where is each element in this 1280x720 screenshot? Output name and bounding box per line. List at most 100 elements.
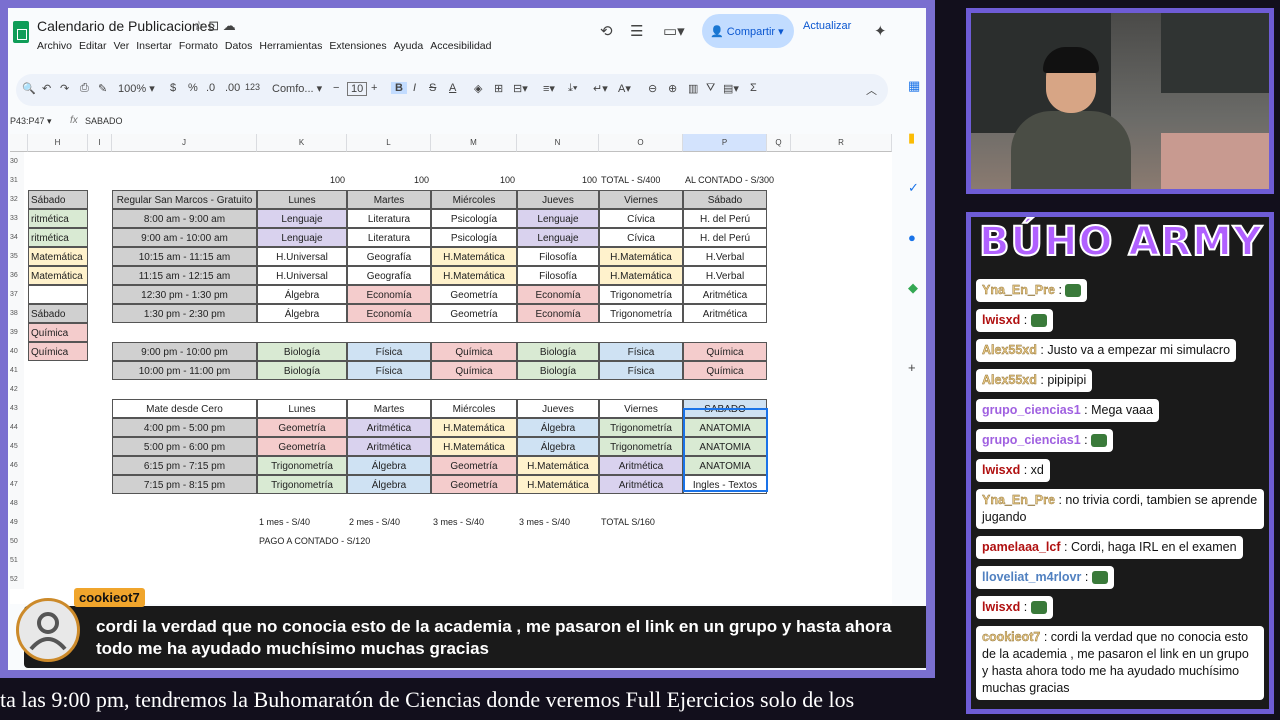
add-addon-icon[interactable]: + (908, 360, 916, 375)
cell-o47[interactable]: Aritmética (599, 475, 683, 494)
cell-p41[interactable]: Química (683, 361, 767, 380)
sheets-logo-icon[interactable] (13, 21, 29, 43)
cell-o46[interactable]: Aritmética (599, 456, 683, 475)
cell-k32[interactable]: Lunes (257, 190, 347, 209)
fill-color-icon[interactable]: ◈ (474, 82, 482, 95)
cell-o35[interactable]: H.Matemática (599, 247, 683, 266)
cell-m47[interactable]: Geometría (431, 475, 517, 494)
borders-icon[interactable]: ⊞ (494, 82, 503, 95)
italic-icon[interactable]: I (413, 82, 416, 94)
cell-h32[interactable]: Sábado (28, 190, 88, 209)
cell-m33[interactable]: Psicología (431, 209, 517, 228)
cell-j44[interactable]: 4:00 pm - 5:00 pm (112, 418, 257, 437)
row-number[interactable]: 47 (10, 475, 24, 494)
cell-k43[interactable]: Lunes (257, 399, 347, 418)
functions-icon[interactable]: Σ (750, 82, 757, 94)
cell-n47[interactable]: H.Matemática (517, 475, 599, 494)
cell-n44[interactable]: Álgebra (517, 418, 599, 437)
cell-l33[interactable]: Literatura (347, 209, 431, 228)
star-icon[interactable]: ☆ ⊡ ☁ (193, 18, 236, 34)
percent-button[interactable]: % (188, 82, 198, 94)
cell-l47[interactable]: Álgebra (347, 475, 431, 494)
cell-o44[interactable]: Trigonometría (599, 418, 683, 437)
cell-n32[interactable]: Jueves (517, 190, 599, 209)
cell-p31[interactable]: AL CONTADO - S/300 (683, 171, 793, 190)
row-number[interactable]: 41 (10, 361, 24, 380)
share-button[interactable]: 👤 Compartir ▾ (702, 14, 794, 48)
cell-o45[interactable]: Trigonometría (599, 437, 683, 456)
cell-m32[interactable]: Miércoles (431, 190, 517, 209)
cell-k45[interactable]: Geometría (257, 437, 347, 456)
insert-comment-icon[interactable]: ⊕ (668, 82, 677, 95)
font-select[interactable]: Comfo... ▾ (272, 82, 322, 95)
print-icon[interactable]: ⎙ (80, 82, 89, 95)
cell-n35[interactable]: Filosofía (517, 247, 599, 266)
cell-p37[interactable]: Aritmética (683, 285, 767, 304)
cell-j41[interactable]: 10:00 pm - 11:00 pm (112, 361, 257, 380)
cell-l38[interactable]: Economía (347, 304, 431, 323)
cell-n31[interactable]: 100 (517, 171, 599, 190)
row-number[interactable]: 50 (10, 532, 24, 551)
cell-k47[interactable]: Trigonometría (257, 475, 347, 494)
cell-k33[interactable]: Lenguaje (257, 209, 347, 228)
cell-m49[interactable]: 3 mes - S/40 (431, 513, 517, 532)
cell-n37[interactable]: Economía (517, 285, 599, 304)
row-number[interactable]: 33 (10, 209, 24, 228)
row-number[interactable]: 40 (10, 342, 24, 361)
cell-m35[interactable]: H.Matemática (431, 247, 517, 266)
cell-n38[interactable]: Economía (517, 304, 599, 323)
merge-icon[interactable]: ⊟▾ (513, 82, 528, 95)
cell-o33[interactable]: Cívica (599, 209, 683, 228)
cell-o43[interactable]: Viernes (599, 399, 683, 418)
search-icon[interactable]: 🔍 (22, 82, 36, 95)
cell-l46[interactable]: Álgebra (347, 456, 431, 475)
cell-l34[interactable]: Literatura (347, 228, 431, 247)
redo-icon[interactable]: ↷ (60, 82, 69, 95)
column-header-n[interactable]: N (517, 134, 599, 152)
menu-datos[interactable]: Datos (225, 40, 252, 52)
cell-m44[interactable]: H.Matemática (431, 418, 517, 437)
cell-l43[interactable]: Martes (347, 399, 431, 418)
font-size-decrease-icon[interactable]: − (333, 82, 339, 94)
cell-l49[interactable]: 2 mes - S/40 (347, 513, 431, 532)
column-header-m[interactable]: M (431, 134, 517, 152)
row-number[interactable]: 42 (10, 380, 24, 399)
cell-h40[interactable]: Química (28, 342, 88, 361)
cell-l37[interactable]: Economía (347, 285, 431, 304)
strikethrough-icon[interactable]: S (429, 82, 436, 94)
cell-m37[interactable]: Geometría (431, 285, 517, 304)
column-header-k[interactable]: K (257, 134, 347, 152)
cell-k49[interactable]: 1 mes - S/40 (257, 513, 347, 532)
row-number[interactable]: 35 (10, 247, 24, 266)
cell-k38[interactable]: Álgebra (257, 304, 347, 323)
tasks-icon[interactable]: ✓ (908, 180, 919, 196)
cell-m36[interactable]: H.Matemática (431, 266, 517, 285)
update-button[interactable]: Actualizar (803, 20, 851, 32)
align-icon[interactable]: ≡▾ (543, 82, 555, 95)
cell-j35[interactable]: 10:15 am - 11:15 am (112, 247, 257, 266)
comment-icon[interactable]: ☰ (630, 22, 643, 40)
row-number[interactable]: 32 (10, 190, 24, 209)
cell-l40[interactable]: Física (347, 342, 431, 361)
cell-k34[interactable]: Lenguaje (257, 228, 347, 247)
cell-n36[interactable]: Filosofía (517, 266, 599, 285)
name-box[interactable]: P43:P47 ▾ (10, 116, 52, 127)
cell-m40[interactable]: Química (431, 342, 517, 361)
cell-j47[interactable]: 7:15 pm - 8:15 pm (112, 475, 257, 494)
number-format-button[interactable]: 123 (245, 82, 260, 92)
gemini-icon[interactable]: ✦ (874, 22, 887, 40)
cell-o41[interactable]: Física (599, 361, 683, 380)
row-number[interactable]: 43 (10, 399, 24, 418)
cell-o36[interactable]: H.Matemática (599, 266, 683, 285)
wrap-icon[interactable]: ↵▾ (593, 82, 608, 95)
cell-j37[interactable]: 12:30 pm - 1:30 pm (112, 285, 257, 304)
column-header-p[interactable]: P (683, 134, 767, 152)
row-number[interactable]: 48 (10, 494, 24, 513)
font-size-increase-icon[interactable]: + (371, 82, 377, 94)
menu-archivo[interactable]: Archivo (37, 40, 72, 52)
cell-l45[interactable]: Aritmética (347, 437, 431, 456)
cell-m34[interactable]: Psicología (431, 228, 517, 247)
rotate-icon[interactable]: A▾ (618, 82, 631, 95)
valign-icon[interactable]: ⤓▾ (568, 82, 577, 95)
cell-k36[interactable]: H.Universal (257, 266, 347, 285)
